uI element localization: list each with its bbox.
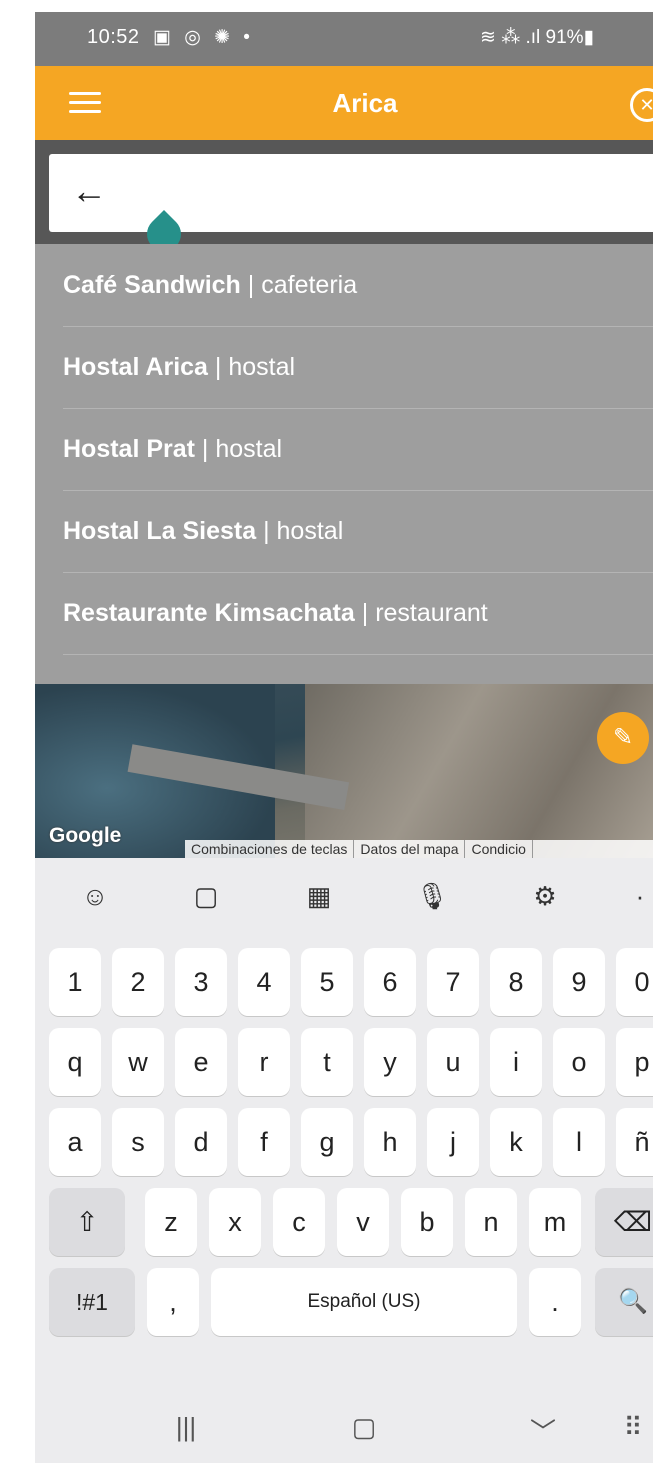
key[interactable]: 1 (49, 948, 101, 1016)
key[interactable]: m (529, 1188, 581, 1256)
shift-key[interactable]: ⇧ (49, 1188, 125, 1256)
backspace-key[interactable]: ⌫ (595, 1188, 653, 1256)
result-item[interactable]: Hostal Prat | hostal (63, 408, 653, 491)
comma-key[interactable]: , (147, 1268, 199, 1336)
key[interactable]: ñ (616, 1108, 653, 1176)
search-bar-container: ← (35, 140, 653, 244)
result-separator: | (354, 599, 376, 627)
key[interactable]: v (337, 1188, 389, 1256)
key[interactable]: y (364, 1028, 416, 1096)
settings-icon[interactable]: ⚙ (525, 876, 565, 916)
key[interactable]: q (49, 1028, 101, 1096)
notification-icons: ▣ ◎ ✺ • (153, 27, 254, 48)
clear-broom-icon[interactable]: ✎ (597, 712, 649, 764)
result-type: restaurant (375, 599, 488, 627)
result-type: hostal (215, 435, 283, 463)
status-time: 10:52 (87, 26, 140, 48)
key[interactable]: g (301, 1108, 353, 1176)
system-nav-bar: ||| ▢ ﹀ ⠿ (35, 1396, 653, 1463)
key[interactable]: 4 (238, 948, 290, 1016)
key[interactable]: o (553, 1028, 605, 1096)
more-icon[interactable]: · (620, 876, 653, 916)
status-bar: 10:52 ▣ ◎ ✺ • ≋ ⁂ .ıl 91%▮ (35, 12, 653, 66)
key[interactable]: p (616, 1028, 653, 1096)
map-attribution: Combinaciones de teclas Datos del mapa Con… (185, 840, 653, 858)
key[interactable]: 3 (175, 948, 227, 1016)
result-item[interactable]: Café Sandwich | cafeteria (63, 244, 653, 327)
recents-button[interactable]: ||| (166, 1412, 206, 1446)
map-data-link[interactable]: Datos del mapa (354, 840, 466, 858)
key[interactable]: 8 (490, 948, 542, 1016)
result-name: Hostal Prat (63, 435, 195, 463)
result-item[interactable]: Restaurante Kimsachata | restaurant (63, 572, 653, 655)
result-item[interactable]: Hostal La Siesta | hostal (63, 490, 653, 573)
key[interactable]: 9 (553, 948, 605, 1016)
search-box[interactable]: ← (49, 154, 653, 232)
key[interactable]: f (238, 1108, 290, 1176)
result-type: hostal (228, 353, 296, 381)
map-land (305, 684, 653, 858)
phone-screen: 10:52 ▣ ◎ ✺ • ≋ ⁂ .ıl 91%▮ Arica ✕ ← Caf… (35, 12, 653, 1463)
keyboard-toolbar: ☺ ▢ ▦ 🎙 ⚙ · (35, 858, 653, 936)
key[interactable]: 2 (112, 948, 164, 1016)
key[interactable]: z (145, 1188, 197, 1256)
keyboard-switch-icon[interactable]: ⠿ (613, 1412, 653, 1446)
key[interactable]: 0 (616, 948, 653, 1016)
terms-link[interactable]: Condicio (465, 840, 533, 858)
emoji-icon[interactable]: ☺ (75, 876, 115, 916)
key[interactable]: c (273, 1188, 325, 1256)
result-separator: | (194, 435, 216, 463)
search-input[interactable] (129, 176, 653, 212)
key[interactable]: w (112, 1028, 164, 1096)
google-logo: Google (49, 824, 122, 847)
result-type: cafeteria (261, 271, 358, 299)
result-separator: | (207, 353, 229, 381)
home-button[interactable]: ▢ (344, 1412, 384, 1446)
result-name: Hostal Arica (63, 353, 208, 381)
result-item[interactable]: Hostal Arica | hostal (63, 326, 653, 409)
space-key[interactable]: Español (US) (211, 1268, 517, 1336)
key[interactable]: d (175, 1108, 227, 1176)
key[interactable]: 6 (364, 948, 416, 1016)
search-key[interactable]: 🔍 (595, 1268, 653, 1336)
back-button[interactable]: ﹀ (523, 1412, 563, 1447)
result-name: Hostal La Siesta (63, 517, 257, 545)
page-title: Arica (332, 88, 398, 118)
microphone-icon[interactable]: 🎙 (412, 876, 452, 916)
key[interactable]: 5 (301, 948, 353, 1016)
app-bar: Arica ✕ (35, 66, 653, 140)
key[interactable]: j (427, 1108, 479, 1176)
key[interactable]: t (301, 1028, 353, 1096)
satellite-map[interactable] (35, 684, 653, 858)
keyboard-shortcuts-link[interactable]: Combinaciones de teclas (185, 840, 355, 858)
key[interactable]: k (490, 1108, 542, 1176)
result-separator: | (240, 271, 262, 299)
status-right-icons: ≋ ⁂ .ıl 91%▮ (480, 27, 595, 48)
search-results-list: Café Sandwich | cafeteria Hostal Arica |… (35, 244, 653, 684)
result-name: Restaurante Kimsachata (63, 599, 355, 627)
result-type: hostal (276, 517, 344, 545)
key[interactable]: u (427, 1028, 479, 1096)
key[interactable]: b (401, 1188, 453, 1256)
key[interactable]: h (364, 1108, 416, 1176)
clipboard-icon[interactable]: ▢ (186, 876, 226, 916)
keypad-icon[interactable]: ▦ (299, 876, 339, 916)
back-arrow-icon[interactable]: ← (71, 170, 107, 212)
key[interactable]: a (49, 1108, 101, 1176)
key[interactable]: l (553, 1108, 605, 1176)
key[interactable]: e (175, 1028, 227, 1096)
result-separator: | (256, 517, 277, 545)
period-key[interactable]: . (529, 1268, 581, 1336)
key[interactable]: 7 (427, 948, 479, 1016)
key[interactable]: i (490, 1028, 542, 1096)
key[interactable]: x (209, 1188, 261, 1256)
keyboard: 1 2 3 4 5 6 7 8 9 0 q w e r t y u i o p … (35, 936, 653, 1396)
symbols-key[interactable]: !#1 (49, 1268, 135, 1336)
key[interactable]: r (238, 1028, 290, 1096)
key[interactable]: s (112, 1108, 164, 1176)
result-name: Café Sandwich (63, 271, 241, 299)
key[interactable]: n (465, 1188, 517, 1256)
